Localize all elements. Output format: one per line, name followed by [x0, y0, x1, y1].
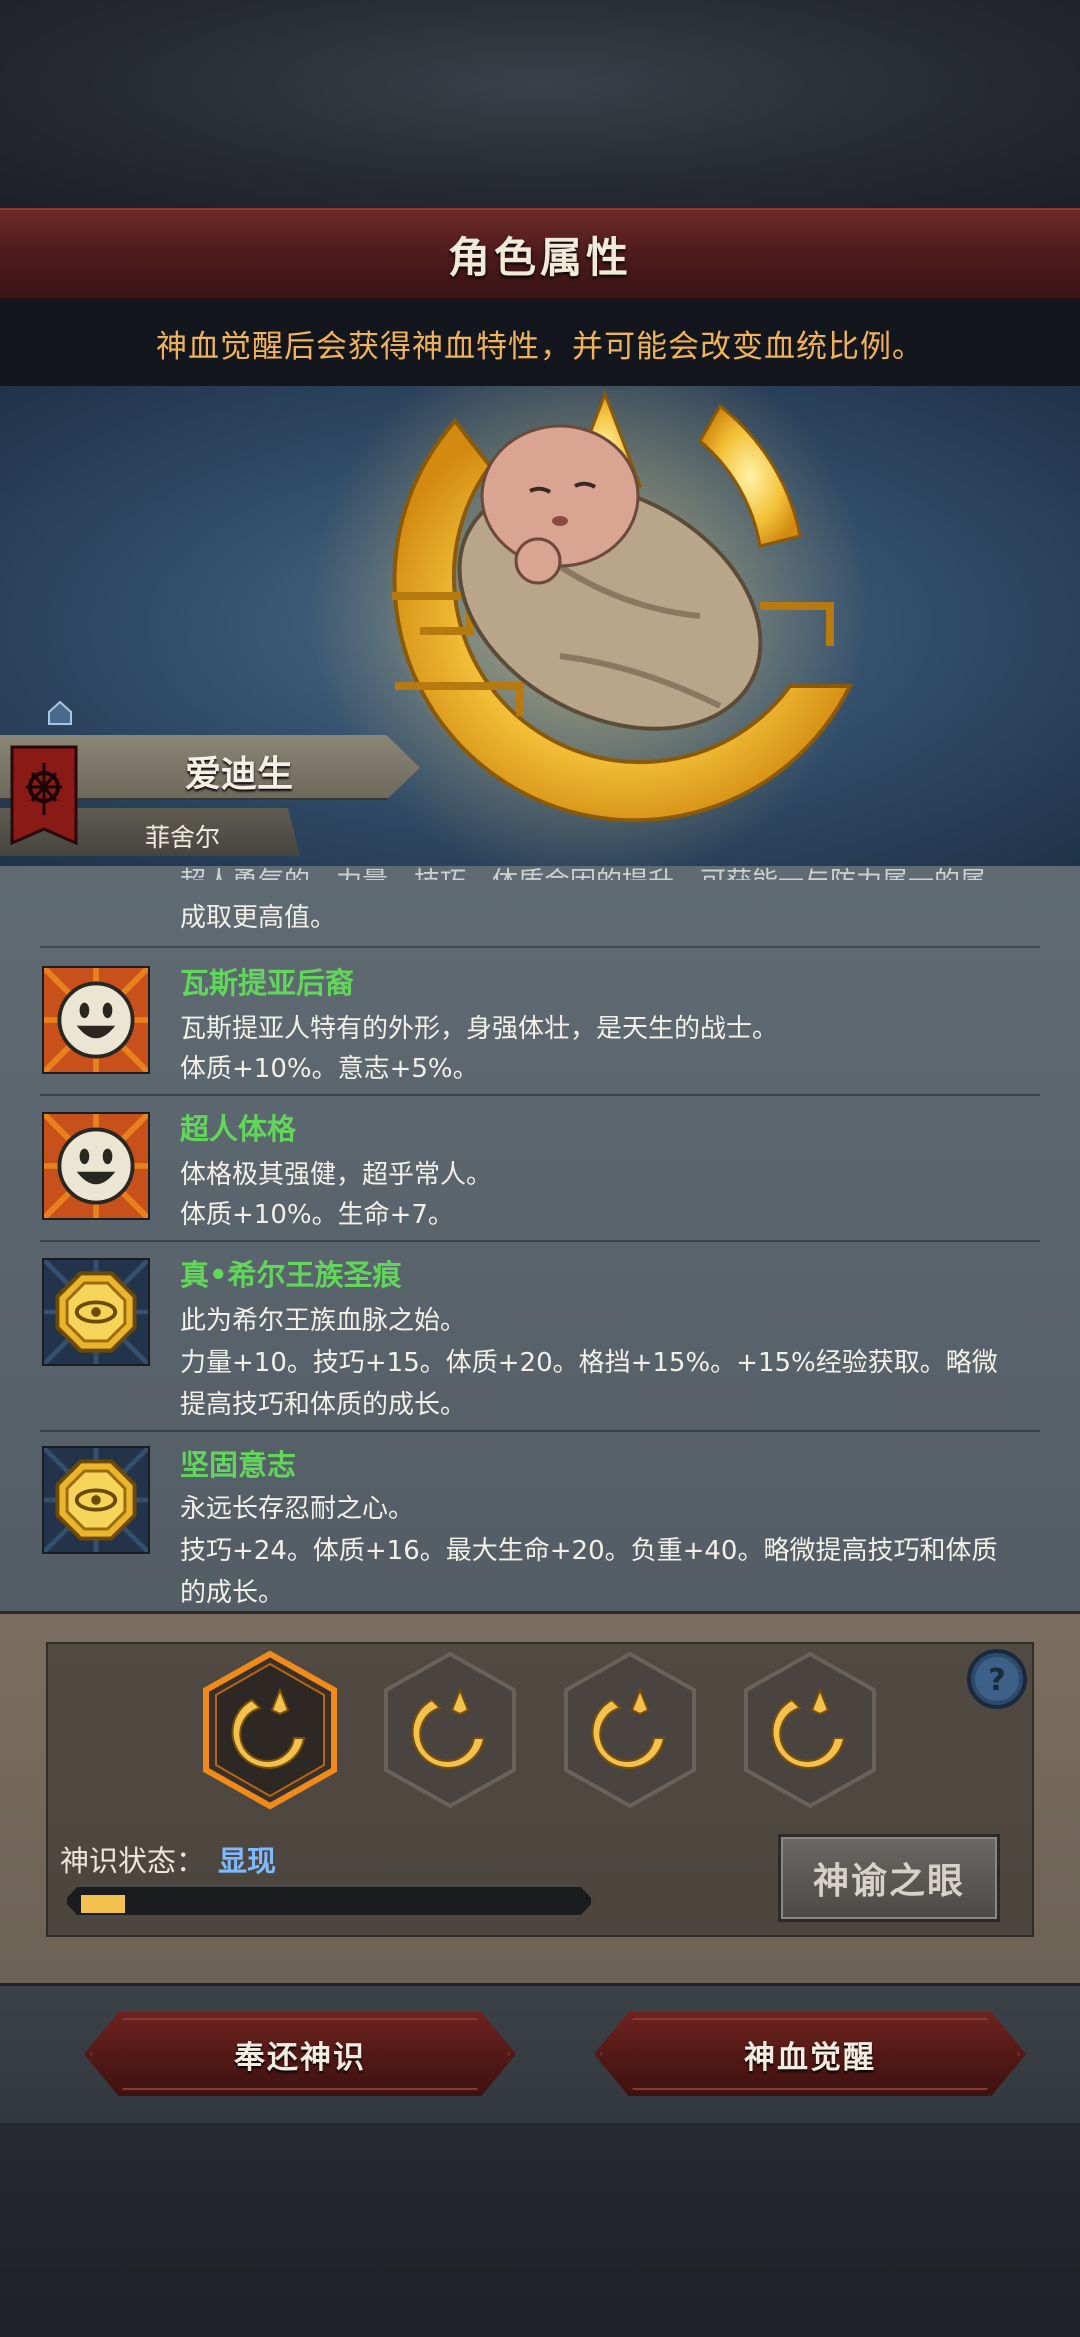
golden-emblem-icon	[42, 1446, 150, 1554]
divine-slot-2[interactable]	[380, 1650, 520, 1810]
smiley-face-icon	[42, 1112, 150, 1220]
trait-effect: 技巧+24。体质+16。最大生命+20。负重+40。略微提高技巧和体质	[180, 1536, 998, 1566]
house-banner-icon	[10, 745, 78, 845]
divine-slot-4[interactable]	[740, 1650, 880, 1810]
trait-name: 真•希尔王族圣痕	[180, 1258, 402, 1292]
trait-effect: 体质+10%。生命+7。	[180, 1200, 454, 1230]
info-text: 神血觉醒后会获得神血特性，并可能会改变血统比例。	[156, 328, 924, 365]
divine-progress-bar	[64, 1884, 594, 1918]
trait-description: 体格极其强健，超乎常人。	[180, 1160, 493, 1190]
divine-slot-3[interactable]	[560, 1650, 700, 1810]
trait-description: 瓦斯提亚人特有的外形，身强体壮，是天生的战士。	[180, 1014, 779, 1044]
smiley-face-icon	[42, 966, 150, 1074]
trait-name: 超人体格	[180, 1112, 297, 1146]
trait-effect: 提高技巧和体质的成长。	[180, 1390, 467, 1420]
family-name: 菲舍尔	[145, 823, 221, 852]
divider	[40, 1094, 1040, 1096]
divine-progress-fill	[81, 1895, 125, 1913]
divine-status-value: 显现	[218, 1844, 277, 1878]
page-title: 角色属性	[447, 232, 632, 282]
oracle-eye-label: 神谕之眼	[812, 1861, 965, 1902]
trait-description: 此为希尔王族血脉之始。	[180, 1306, 467, 1336]
top-background	[0, 0, 1080, 210]
trait-effect: 的成长。	[180, 1578, 285, 1608]
title-bar: 角色属性	[0, 208, 1080, 300]
return-divine-button[interactable]: 奉还神识	[84, 2012, 516, 2096]
divider	[40, 1430, 1040, 1432]
help-question-icon[interactable]: ?	[966, 1648, 1028, 1710]
return-divine-label: 奉还神识	[234, 2039, 366, 2076]
trait-name: 坚固意志	[180, 1448, 297, 1482]
trait-cut-line: 成取更高值。	[180, 903, 337, 933]
character-name: 爱迪生	[185, 754, 294, 795]
svg-text:?: ?	[988, 1663, 1005, 1698]
golden-emblem-icon	[42, 1258, 150, 1366]
divider	[40, 946, 1040, 948]
divine-status-label: 神识状态：	[60, 1844, 206, 1878]
oracle-eye-button[interactable]: 神谕之眼	[778, 1834, 1000, 1922]
trait-name: 瓦斯提亚后裔	[180, 966, 355, 1000]
info-bar: 神血觉醒后会获得神血特性，并可能会改变血统比例。	[0, 300, 1080, 386]
trait-effect: 力量+10。技巧+15。体质+20。格挡+15%。+15%经验获取。略微	[180, 1348, 998, 1378]
trait-effect: 体质+10%。意志+5%。	[180, 1054, 479, 1084]
blood-awaken-button[interactable]: 神血觉醒	[594, 2012, 1026, 2096]
divider	[40, 1240, 1040, 1242]
bottom-background	[0, 2123, 1080, 2337]
house-rank-icon	[48, 700, 72, 725]
divine-slot-1[interactable]	[200, 1650, 340, 1810]
trait-list[interactable]	[0, 866, 1080, 1611]
blood-awaken-label: 神血觉醒	[744, 2039, 876, 2076]
trait-description: 永远长存忍耐之心。	[180, 1494, 415, 1524]
